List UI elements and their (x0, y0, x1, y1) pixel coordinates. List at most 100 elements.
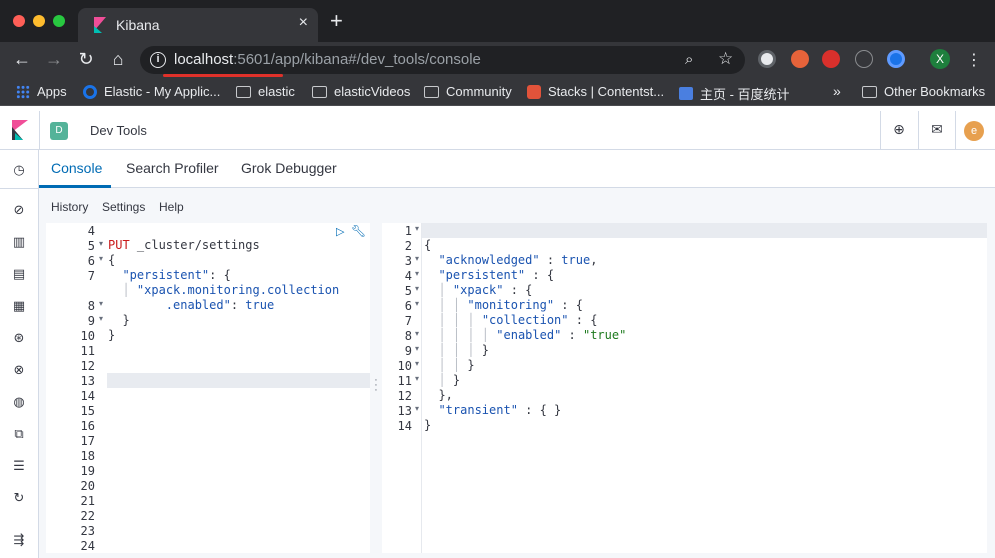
fold-arrow-icon[interactable]: ▾ (415, 359, 419, 368)
kibana-side-nav: ◷ ⊘ ▥ ▤ ▦ ⊛ ⊗ ◍ ⧉ ☰ ↻ ⇶ (0, 150, 39, 558)
bookmark-elastic-app[interactable]: Elastic - My Applic... (83, 84, 220, 99)
tab-title: Kibana (116, 17, 160, 33)
line-number: 11 (397, 374, 412, 388)
line-number: 11 (80, 344, 95, 358)
bookmark-folder-elastic[interactable]: elastic (236, 84, 295, 99)
line-number: 21 (80, 494, 95, 508)
extension-1-icon[interactable] (758, 50, 776, 68)
bookmark-folder-elasticvideos[interactable]: elasticVideos (312, 84, 410, 99)
request-editor[interactable]: 4 5 ▾ 6 ▾ 7 8 ▾ 9 ▾ 10 11 12 13 14 15 16 17 18 19 20 21 22 23 24… (46, 223, 370, 553)
address-bar[interactable]: i localhost:5601/app/kibana#/dev_tools/c… (140, 46, 745, 74)
fold-arrow-icon[interactable]: ▾ (99, 314, 103, 323)
new-tab-button[interactable]: + (330, 10, 343, 32)
tab-search-profiler[interactable]: Search Profiler (126, 160, 219, 176)
extension-3-icon[interactable] (822, 50, 840, 68)
fold-arrow-icon[interactable]: ▾ (415, 269, 419, 278)
maximize-window-button[interactable] (53, 15, 65, 27)
code-line: { (108, 253, 116, 267)
help-icon[interactable]: ⊕ (890, 121, 908, 139)
back-icon[interactable]: ← (11, 49, 33, 70)
wrench-icon[interactable]: 🔧︎ (351, 224, 366, 238)
bookmark-star-icon[interactable]: ☆ (718, 49, 733, 69)
send-request-icon[interactable]: ▷ (336, 225, 344, 238)
fold-arrow-icon[interactable]: ▾ (415, 329, 419, 338)
panel-resizer-icon[interactable]: · · · (372, 375, 380, 396)
bookmark-apps[interactable]: Apps (16, 84, 67, 99)
browser-menu-icon[interactable]: ⋮ (966, 50, 982, 70)
bookmark-stacks[interactable]: Stacks | Contentst... (527, 84, 664, 99)
fold-arrow-icon[interactable]: ▾ (99, 239, 103, 248)
search-icon[interactable]: ⌕ (685, 51, 693, 68)
console-menu: History Settings Help (39, 188, 995, 223)
home-icon[interactable]: ⌂ (107, 49, 129, 70)
discover-compass-icon[interactable]: ⊘ (11, 202, 27, 218)
folder-icon (236, 85, 251, 98)
browser-tab-kibana[interactable]: Kibana × (78, 8, 318, 42)
bookmark-folder-community[interactable]: Community (424, 84, 512, 99)
bookmarks-bar: Apps Elastic - My Applic... elastic elas… (0, 78, 995, 106)
mail-icon[interactable]: ✉ (928, 121, 946, 139)
line-number: 19 (80, 464, 95, 478)
tab-grok-debugger[interactable]: Grok Debugger (241, 160, 337, 176)
folder-icon (862, 85, 877, 98)
line-number: 7 (404, 314, 412, 328)
canvas-icon[interactable]: ▦ (11, 298, 27, 314)
fold-arrow-icon[interactable]: ▾ (415, 344, 419, 353)
close-window-button[interactable] (13, 15, 25, 27)
line-number: 7 (87, 269, 95, 283)
history-link[interactable]: History (51, 200, 88, 214)
code-line: PUT _cluster/settings (108, 238, 260, 252)
fold-arrow-icon[interactable]: ▾ (415, 224, 419, 233)
line-number: 4 (87, 224, 95, 238)
site-info-icon[interactable]: i (150, 52, 166, 68)
extension-4-icon[interactable] (855, 50, 873, 68)
tab-console[interactable]: Console (51, 160, 102, 176)
minimize-window-button[interactable] (33, 15, 45, 27)
dashboard-icon[interactable]: ▤ (11, 266, 27, 282)
line-number: 24 (80, 539, 95, 553)
reload-icon[interactable]: ↻ (75, 49, 97, 70)
line-number: 13 (397, 404, 412, 418)
fold-arrow-icon[interactable]: ▾ (415, 254, 419, 263)
uptime-icon[interactable]: ↻ (11, 490, 27, 506)
settings-link[interactable]: Settings (102, 200, 145, 214)
ml-icon[interactable]: ⊗ (11, 362, 27, 378)
line-number: 5 (404, 284, 412, 298)
kibana-favicon-icon (94, 17, 106, 33)
chart-icon (679, 87, 693, 100)
url-host: localhost (174, 51, 234, 68)
url-text: localhost:5601/app/kibana#/dev_tools/con… (174, 51, 481, 68)
fold-arrow-icon[interactable]: ▾ (415, 299, 419, 308)
close-tab-icon[interactable]: × (299, 14, 308, 32)
fold-arrow-icon[interactable]: ▾ (415, 404, 419, 413)
bookmark-other[interactable]: Other Bookmarks (862, 84, 985, 99)
visualize-chart-icon[interactable]: ▥ (11, 234, 27, 250)
extension-5-icon[interactable] (887, 50, 905, 68)
help-link[interactable]: Help (159, 200, 184, 214)
fold-arrow-icon[interactable]: ▾ (99, 254, 103, 263)
actions-menu-icon[interactable]: ⋮ (366, 226, 370, 237)
forward-icon[interactable]: → (43, 49, 65, 70)
code-line: "persistent" : { (438, 268, 555, 282)
space-avatar[interactable]: D (50, 122, 68, 140)
line-number: 10 (397, 359, 412, 373)
apm-icon[interactable]: ☰ (11, 458, 27, 474)
recent-clock-icon[interactable]: ◷ (11, 162, 27, 178)
code-line: │ "xpack" : { (438, 283, 533, 297)
fold-arrow-icon[interactable]: ▾ (99, 299, 103, 308)
more-bookmarks-icon[interactable]: » (833, 83, 841, 99)
fold-arrow-icon[interactable]: ▾ (415, 284, 419, 293)
user-avatar[interactable]: e (964, 121, 984, 141)
fold-arrow-icon[interactable]: ▾ (415, 374, 419, 383)
maps-icon[interactable]: ⊛ (11, 330, 27, 346)
code-line: │ } (438, 373, 461, 387)
collapse-nav-icon[interactable]: ⇶ (11, 532, 27, 548)
code-line: .enabled": true (165, 298, 275, 312)
bookmark-baidu[interactable]: 主页 - 百度统计 (679, 84, 790, 103)
logs-icon[interactable]: ⧉ (11, 426, 27, 442)
profile-avatar[interactable]: X (930, 49, 950, 69)
extension-2-icon[interactable] (791, 50, 809, 68)
code-line: "acknowledged" : true, (438, 253, 598, 267)
infrastructure-icon[interactable]: ◍ (11, 394, 27, 410)
kibana-logo-icon[interactable] (11, 120, 29, 140)
